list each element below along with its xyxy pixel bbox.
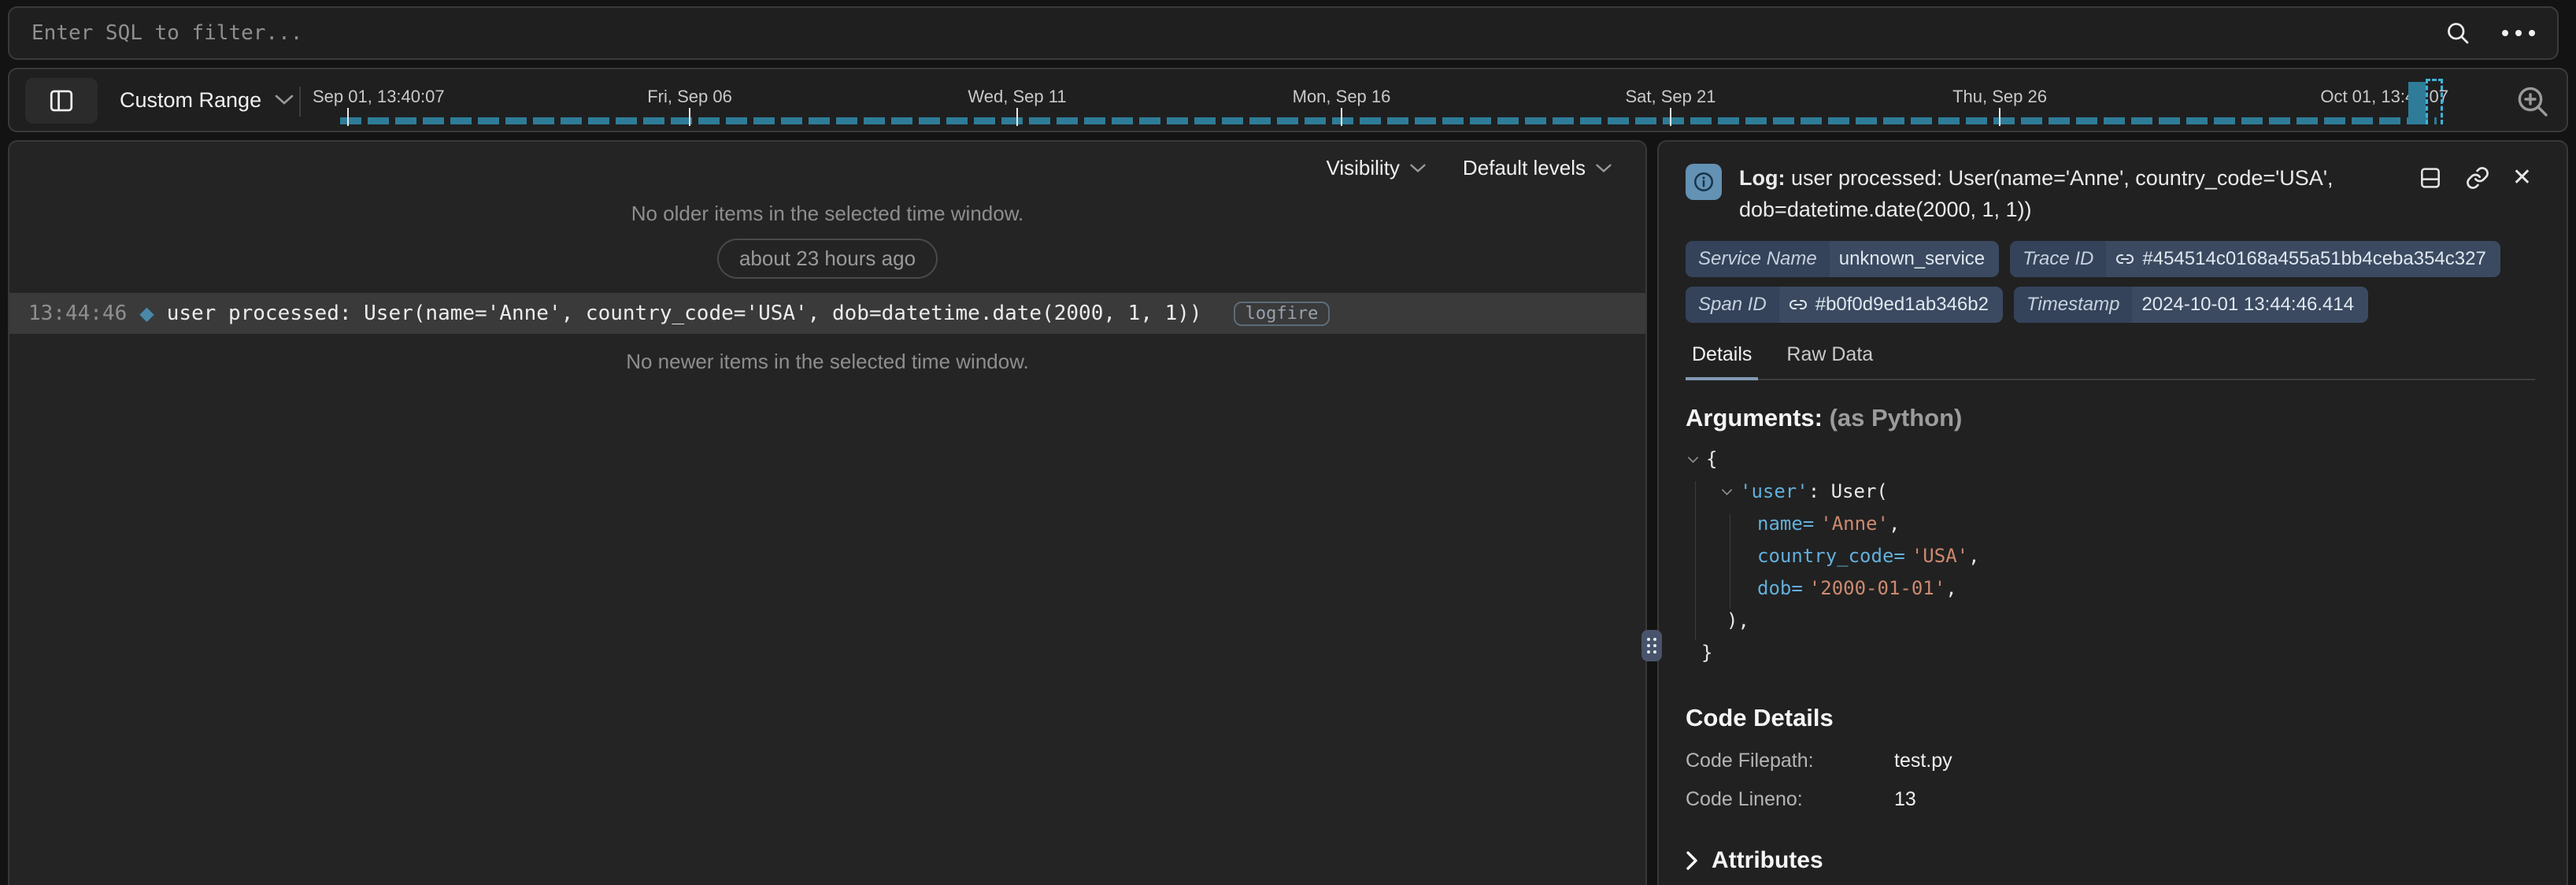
chip-value: #454514c0168a455a51bb4ceba354c327: [2142, 248, 2485, 270]
detail-panel: Log: user processed: User(name='Anne', c…: [1657, 140, 2568, 885]
timeline-selection-marker[interactable]: [2426, 79, 2443, 124]
tree-collapse-icon[interactable]: [1721, 488, 1740, 496]
relative-time-badge: about 23 hours ago: [717, 239, 938, 279]
timeline-bar: Custom Range Sep 01, 13:40:07 Fri, Sep 0…: [8, 68, 2568, 132]
detail-tabs: Details Raw Data: [1686, 343, 2535, 380]
log-time: 13:44:46: [28, 302, 127, 325]
code-details-section: Code Details Code Filepath: test.py Code…: [1659, 669, 2567, 811]
logfire-app: Custom Range Sep 01, 13:40:07 Fri, Sep 0…: [0, 0, 2576, 885]
no-newer-items-text: No newer items in the selected time wind…: [9, 350, 1645, 374]
copy-link-icon[interactable]: [2465, 165, 2490, 191]
timeline-spike-bar: [2408, 82, 2426, 124]
splitter-drag-handle[interactable]: [1641, 630, 1662, 661]
panel-left-icon: [48, 87, 75, 114]
arguments-section: Arguments: (as Python) { 'user': User: [1659, 380, 2567, 669]
timestamp-chip: Timestamp 2024-10-01 13:44:46.414: [2014, 287, 2368, 323]
span-id-chip[interactable]: Span ID #b0f0d9ed1ab346b2: [1686, 287, 2003, 323]
chevron-right-icon: [1686, 850, 1699, 872]
panel-splitter: [1647, 140, 1657, 885]
no-older-items-text: No older items in the selected time wind…: [9, 202, 1645, 226]
grip-dots-icon: [1647, 638, 1656, 654]
indent-guide: [1695, 481, 1696, 640]
default-levels-dropdown[interactable]: Default levels: [1463, 156, 1612, 180]
divider: [299, 87, 301, 117]
chevron-down-icon: [1595, 163, 1612, 174]
detail-level-label: Log:: [1739, 166, 1785, 190]
chip-label: Service Name: [1686, 241, 1830, 277]
tab-raw-data[interactable]: Raw Data: [1780, 343, 1879, 379]
tab-details[interactable]: Details: [1686, 343, 1758, 380]
default-levels-label: Default levels: [1463, 156, 1586, 180]
arguments-heading: Arguments: (as Python): [1686, 404, 2535, 432]
link-icon: [2115, 250, 2134, 268]
trace-id-chip[interactable]: Trace ID #454514c0168a455a51bb4ceba354c3…: [2010, 241, 2500, 277]
visibility-dropdown[interactable]: Visibility: [1326, 156, 1426, 180]
log-diamond-icon: ◆: [139, 302, 154, 324]
log-message: user processed: User(name='Anne', countr…: [167, 302, 1202, 325]
close-icon[interactable]: ✕: [2512, 166, 2532, 190]
time-range-label: Custom Range: [120, 88, 261, 113]
code-lineno-value: 13: [1894, 788, 2535, 811]
records-panel: Visibility Default levels No older items…: [8, 140, 1647, 885]
records-panel-controls: Visibility Default levels: [1326, 156, 1612, 180]
code-details-heading: Code Details: [1686, 704, 2535, 732]
zoom-in-button[interactable]: [2513, 82, 2552, 121]
chip-value: #b0f0d9ed1ab346b2: [1815, 294, 1989, 316]
chevron-down-icon: [1409, 163, 1427, 174]
log-record-row[interactable]: 13:44:46 ◆ user processed: User(name='An…: [9, 293, 1645, 334]
main-content: Visibility Default levels No older items…: [8, 140, 2568, 885]
detail-message: user processed: User(name='Anne', countr…: [1739, 166, 2333, 221]
attributes-label: Attributes: [1712, 847, 1823, 874]
tree-collapse-icon[interactable]: [1687, 456, 1706, 464]
chip-label: Trace ID: [2010, 241, 2106, 277]
search-icon[interactable]: [2444, 19, 2472, 47]
attributes-expander[interactable]: Attributes: [1686, 847, 2535, 874]
chip-value: 2024-10-01 13:44:46.414: [2141, 294, 2354, 316]
chip-value: unknown_service: [1839, 248, 1985, 270]
sidebar-toggle-button[interactable]: [25, 78, 98, 124]
sql-filter-input[interactable]: [31, 21, 2444, 45]
sql-filter-bar: [8, 6, 2559, 60]
chip-label: Span ID: [1686, 287, 1779, 323]
chip-label: Timestamp: [2014, 287, 2132, 323]
code-filepath-label: Code Filepath:: [1686, 750, 1894, 772]
more-options-icon[interactable]: [2502, 30, 2535, 36]
log-tag-badge: logfire: [1234, 302, 1331, 326]
code-filepath-value: test.py: [1894, 750, 2535, 772]
detail-title: Log: user processed: User(name='Anne', c…: [1739, 162, 2369, 225]
arguments-code-tree: { 'user': User( name='Anne', country_cod…: [1686, 443, 2535, 669]
metadata-badges: Service Name unknown_service Trace ID #4…: [1686, 241, 2535, 323]
dock-layout-icon[interactable]: [2418, 165, 2443, 191]
code-lineno-label: Code Lineno:: [1686, 788, 1894, 811]
chevron-down-icon: [274, 94, 294, 106]
timeline-activity-dashes: [340, 117, 2437, 124]
visibility-label: Visibility: [1326, 156, 1399, 180]
time-range-selector[interactable]: Custom Range: [120, 69, 294, 131]
service-name-chip: Service Name unknown_service: [1686, 241, 1999, 277]
info-level-icon: [1686, 164, 1722, 200]
detail-header: Log: user processed: User(name='Anne', c…: [1659, 142, 2567, 225]
link-icon: [1789, 295, 1808, 314]
